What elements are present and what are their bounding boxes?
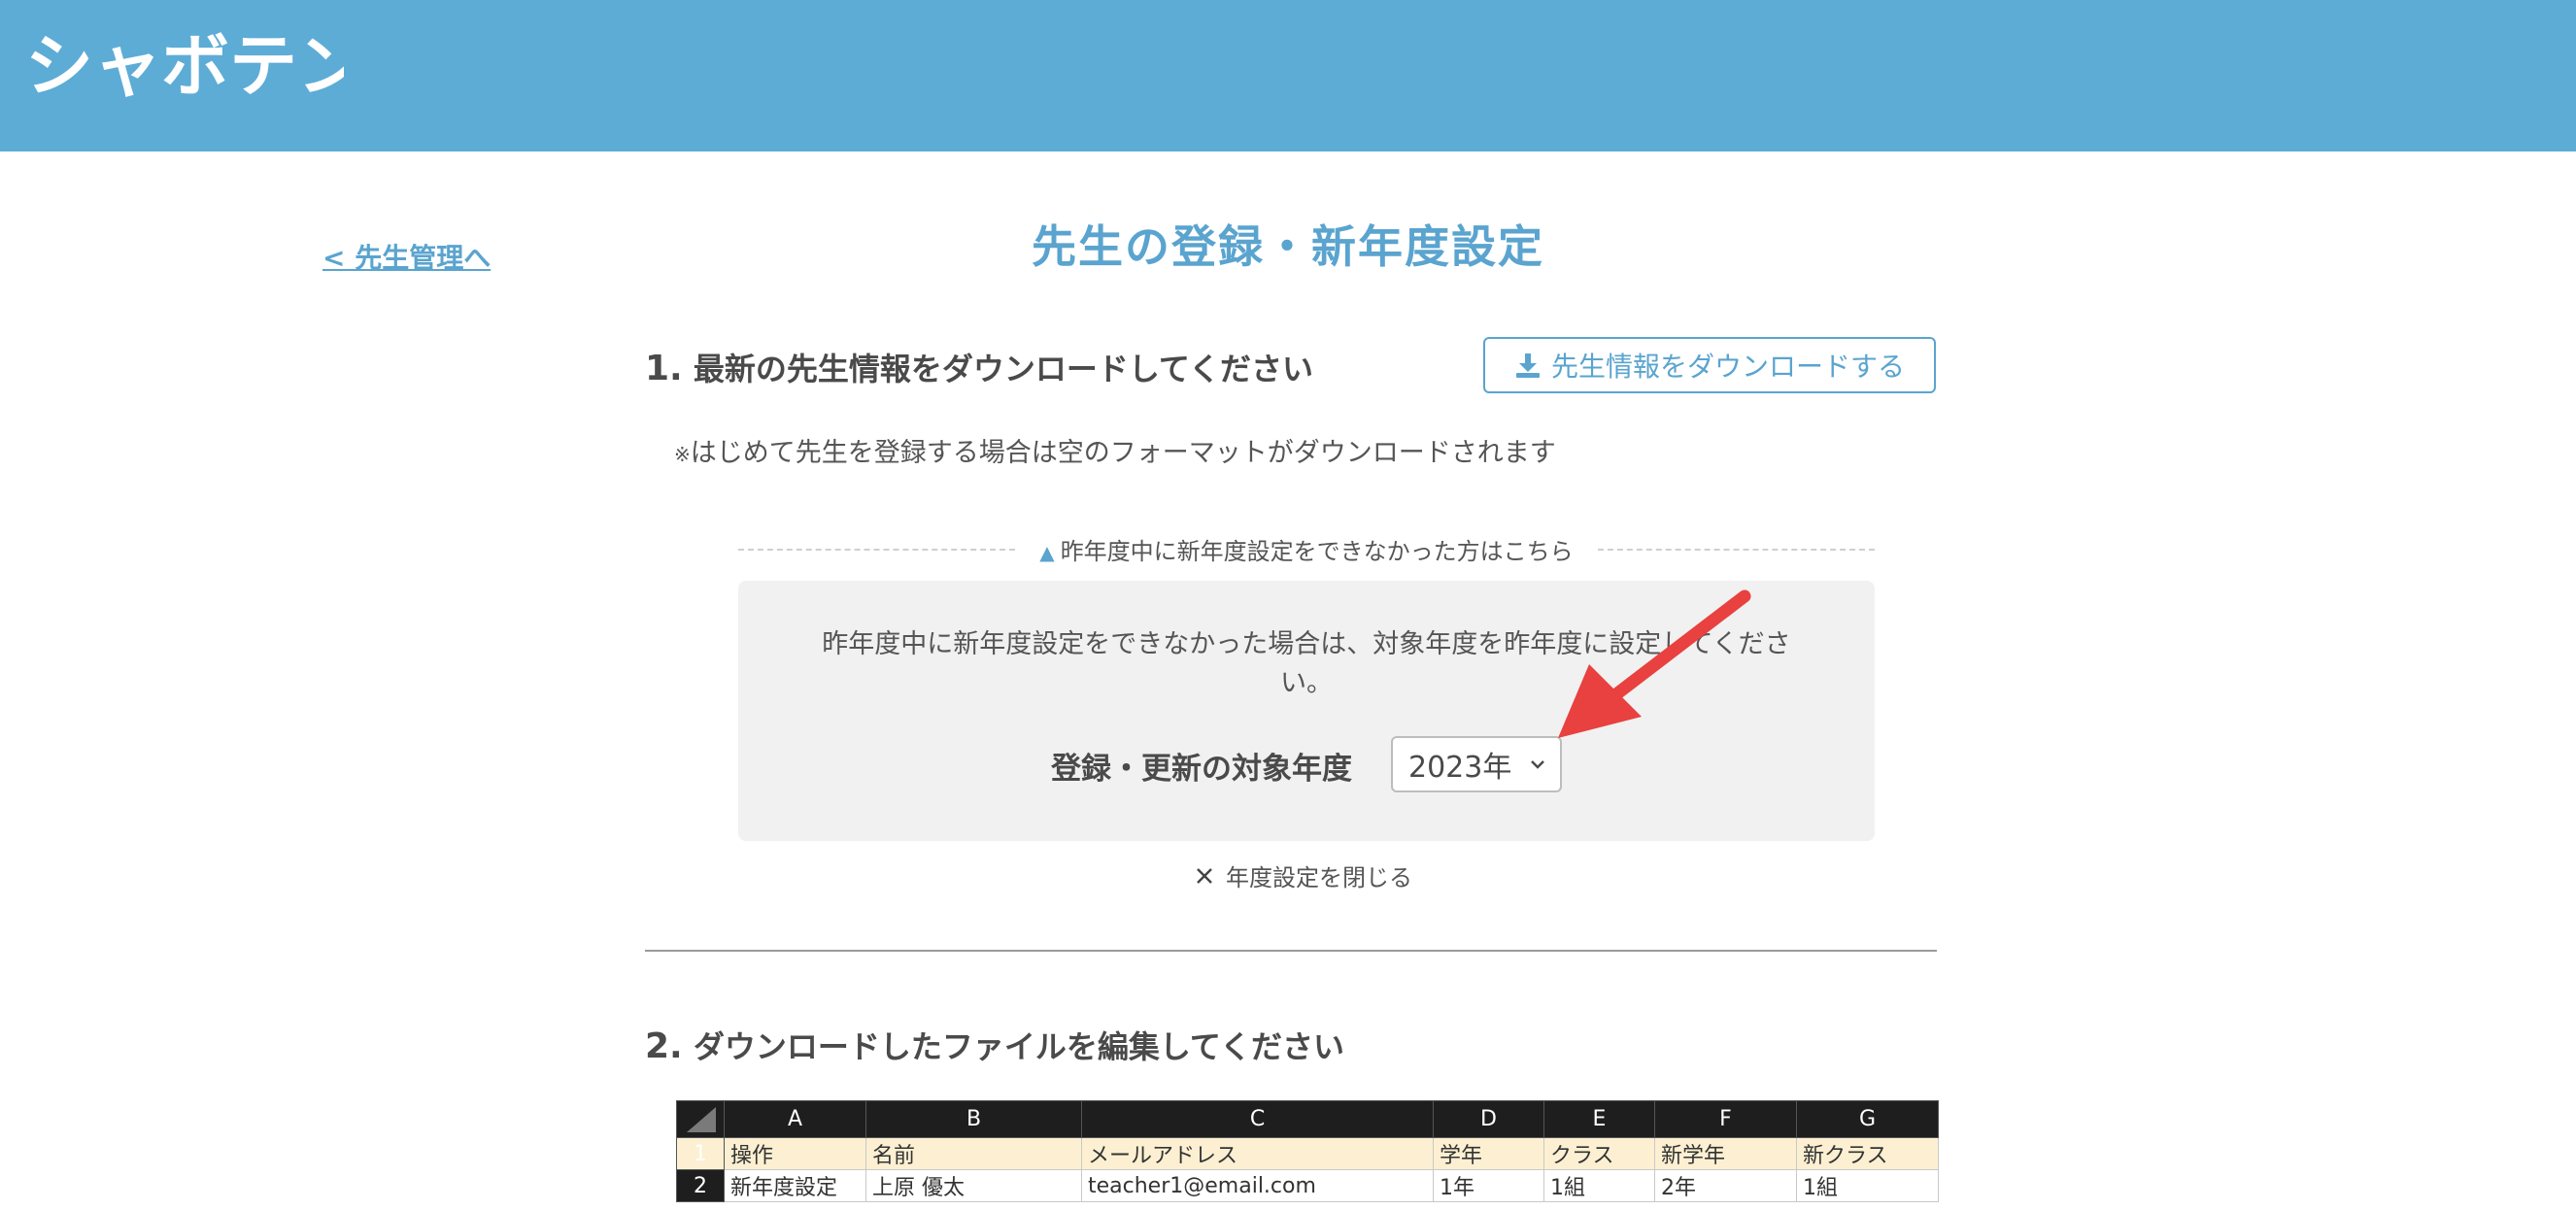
step1-title: 1. 最新の先生情報をダウンロードしてください — [645, 345, 1313, 389]
column-header: B — [865, 1100, 1082, 1138]
table-cell: 学年 — [1433, 1137, 1544, 1170]
table-cell: 操作 — [724, 1137, 866, 1170]
step1-title-text: 最新の先生情報をダウンロードしてください — [693, 351, 1313, 387]
prev-year-toggle[interactable]: ▲ 昨年度中に新年度設定をできなかった方はこちら — [1015, 532, 1598, 566]
column-header: D — [1433, 1100, 1544, 1138]
close-year-settings-link[interactable]: 年度設定を閉じる — [1195, 858, 1412, 892]
chevron-down-icon — [1531, 760, 1544, 769]
table-cell: メールアドレス — [1081, 1137, 1434, 1170]
sheet-corner — [676, 1100, 725, 1138]
note-text: はじめて先生を登録する場合は空のフォーマットがダウンロードされます — [690, 438, 1556, 468]
close-link-text: 年度設定を閉じる — [1226, 864, 1412, 891]
empty-format-note: ※はじめて先生を登録する場合は空のフォーマットがダウンロードされます — [674, 431, 1556, 469]
column-header: E — [1543, 1100, 1655, 1138]
column-header: A — [724, 1100, 866, 1138]
selected-year: 2023年 — [1408, 751, 1512, 785]
table-cell: 1組 — [1796, 1169, 1939, 1202]
close-icon — [1197, 867, 1212, 884]
target-year-select[interactable]: 2023年 — [1391, 736, 1562, 792]
download-icon — [1515, 353, 1540, 378]
table-cell: 上原 優太 — [865, 1169, 1082, 1202]
logo[interactable]: シャボテン — [23, 14, 344, 128]
top-bar: シャボテン — [0, 0, 2576, 151]
page-title: 先生の登録・新年度設定 — [1032, 220, 1544, 273]
step2-title: 2. ダウンロードしたファイルを編集してください — [645, 1023, 1344, 1067]
table-cell: クラス — [1543, 1137, 1655, 1170]
red-arrow-annotation-icon — [1558, 589, 1751, 738]
table-row: 1 操作 名前 メールアドレス 学年 クラス 新学年 新クラス — [676, 1137, 1939, 1170]
section-divider — [645, 950, 1937, 952]
table-cell: 1組 — [1543, 1169, 1655, 1202]
row-number: 1 — [676, 1137, 725, 1170]
table-cell: 1年 — [1433, 1169, 1544, 1202]
table-cell: teacher1@email.com — [1081, 1169, 1434, 1202]
table-cell: 名前 — [865, 1137, 1082, 1170]
column-header: F — [1654, 1100, 1797, 1138]
prev-year-toggle-text: 昨年度中に新年度設定をできなかった方はこちら — [1060, 538, 1574, 565]
dashed-divider-right — [1598, 549, 1875, 551]
spreadsheet-example: A B C D E F G 1 操作 名前 メールアドレス 学年 クラス 新学年… — [676, 1100, 1939, 1202]
table-cell: 2年 — [1654, 1169, 1797, 1202]
column-header: C — [1081, 1100, 1434, 1138]
table-cell: 新年度設定 — [724, 1169, 866, 1202]
svg-text:シャボテン: シャボテン — [25, 26, 344, 106]
target-year-label: 登録・更新の対象年度 — [1051, 752, 1352, 787]
table-cell: 新クラス — [1796, 1137, 1939, 1170]
note-prefix: ※ — [674, 443, 691, 466]
column-header: G — [1796, 1100, 1939, 1138]
table-row: 2 新年度設定 上原 優太 teacher1@email.com 1年 1組 2… — [676, 1169, 1939, 1202]
step2-number: 2. — [645, 1026, 683, 1066]
triangle-up-icon: ▲ — [1039, 541, 1055, 564]
step2-title-text: ダウンロードしたファイルを編集してください — [693, 1028, 1344, 1065]
download-button-label: 先生情報をダウンロードする — [1550, 351, 1905, 383]
table-cell: 新学年 — [1654, 1137, 1797, 1170]
dashed-divider-left — [738, 549, 1015, 551]
row-number: 2 — [676, 1169, 725, 1202]
download-teacher-info-button[interactable]: 先生情報をダウンロードする — [1483, 337, 1936, 393]
step1-number: 1. — [645, 349, 683, 388]
